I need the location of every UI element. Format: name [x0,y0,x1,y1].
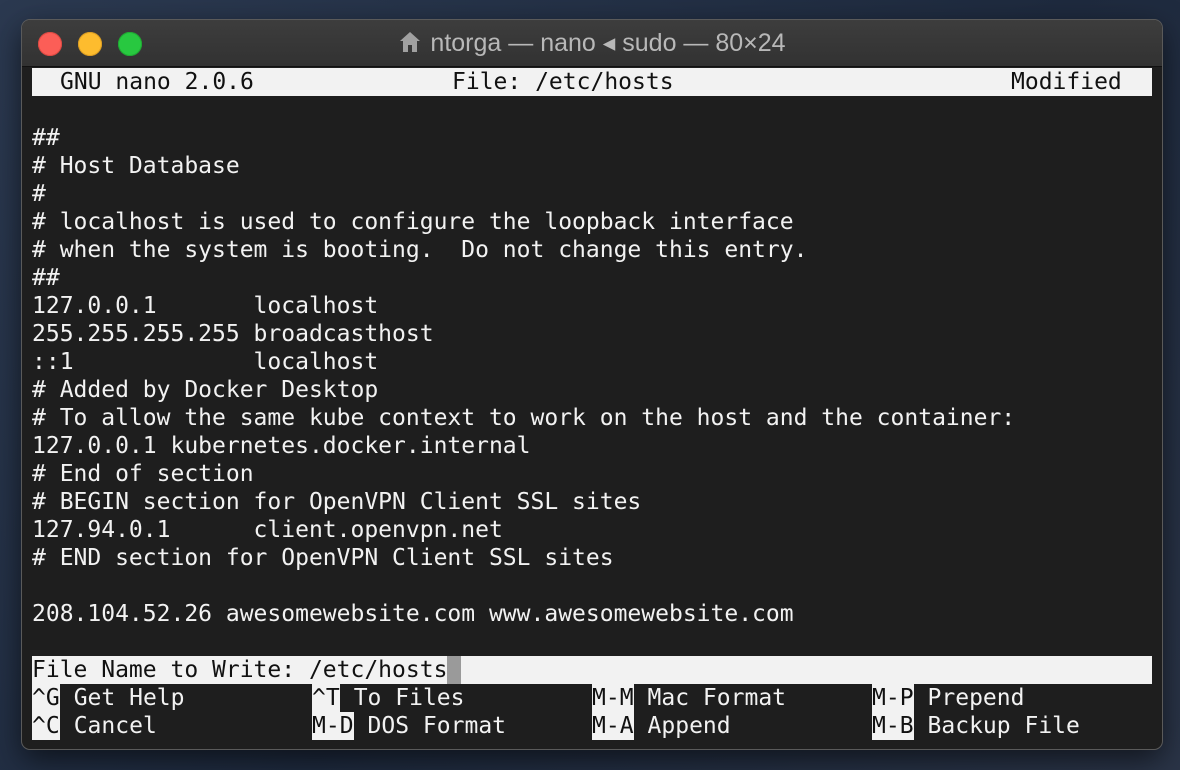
shortcut-backup-file[interactable]: M-B Backup File [872,712,1080,740]
file-line: # BEGIN section for OpenVPN Client SSL s… [32,489,642,515]
file-line: ## [32,265,60,291]
shortcut-label: Mac Format [647,685,787,711]
nano-version: GNU nano 2.0.6 [60,69,254,95]
window-title: ntorga — nano ◂ sudo — 80×24 [430,29,786,57]
title-bar[interactable]: ntorga — nano ◂ sudo — 80×24 [22,20,1162,67]
shortcut-label: To Files [353,685,465,711]
home-folder-icon [400,32,421,52]
shortcut-label: Prepend [927,685,1025,711]
shortcut-key: M-M [592,684,634,712]
file-line: 208.104.52.26 awesomewebsite.com www.awe… [32,601,794,627]
shortcut-key: ^C [32,712,60,740]
file-line: # localhost is used to configure the loo… [32,209,794,235]
shortcut-key: M-D [312,712,354,740]
shortcut-key: M-B [872,712,914,740]
shortcut-mac-format[interactable]: M-M Mac Format [592,684,786,712]
file-line: 127.0.0.1 kubernetes.docker.internal [32,433,531,459]
file-line: # when the system is booting. Do not cha… [32,237,808,263]
file-line: 255.255.255.255 broadcasthost [32,321,434,347]
shortcut-dos-format[interactable]: M-D DOS Format [312,712,506,740]
nano-filename: File: /etc/hosts [452,69,674,95]
window-title-container: ntorga — nano ◂ sudo — 80×24 [22,30,1162,56]
nano-header-bar: GNU nano 2.0.6 File: /etc/hosts Modified [32,68,1152,96]
terminal-content[interactable]: GNU nano 2.0.6 File: /etc/hosts Modified… [32,68,1152,740]
shortcut-label: Get Help [73,685,185,711]
shortcut-get-help[interactable]: ^G Get Help [32,684,184,712]
prompt-text: File Name to Write: /etc/hosts [32,657,448,683]
file-line: # To allow the same kube context to work… [32,405,1016,431]
terminal-window: ntorga — nano ◂ sudo — 80×24 GNU nano 2.… [22,20,1162,749]
file-line: # End of section [32,461,254,487]
shortcut-label: Append [647,713,731,739]
shortcut-key: M-A [592,712,634,740]
file-line: # END section for OpenVPN Client SSL sit… [32,545,614,571]
file-name-prompt[interactable]: File Name to Write: /etc/hosts [32,656,1152,684]
file-line: ## [32,125,60,151]
shortcut-label: DOS Format [367,713,507,739]
file-line: 127.0.0.1 localhost [32,293,379,319]
shortcut-label: Cancel [73,713,157,739]
text-cursor [447,656,462,684]
shortcut-key: ^T [312,684,340,712]
file-line: # [32,181,46,207]
shortcut-key: ^G [32,684,60,712]
shortcut-cancel[interactable]: ^C Cancel [32,712,157,740]
file-line: 127.94.0.1 client.openvpn.net [32,517,503,543]
file-line: ::1 localhost [32,349,379,375]
shortcut-key: M-P [872,684,914,712]
file-line: # Added by Docker Desktop [32,377,379,403]
file-line: # Host Database [32,153,240,179]
shortcut-to-files[interactable]: ^T To Files [312,684,464,712]
shortcut-append[interactable]: M-A Append [592,712,731,740]
shortcut-prepend[interactable]: M-P Prepend [872,684,1024,712]
nano-modified-status: Modified [1011,69,1122,95]
shortcut-label: Backup File [927,713,1080,739]
